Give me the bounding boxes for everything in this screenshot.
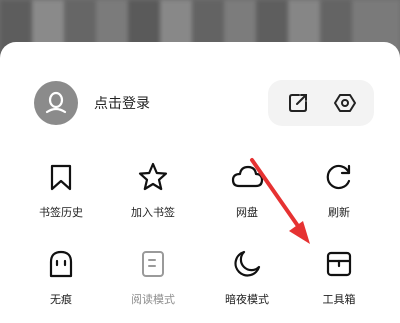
grid-item-add-bookmark[interactable]: 加入书签 bbox=[113, 160, 193, 230]
grid-label: 加入书签 bbox=[131, 206, 175, 219]
quick-actions bbox=[268, 80, 374, 126]
grid-label: 书签历史 bbox=[39, 206, 83, 219]
settings-button[interactable] bbox=[327, 85, 363, 121]
login-row[interactable]: 点击登录 bbox=[34, 80, 150, 126]
grid-item-dark-mode[interactable]: 暗夜模式 bbox=[207, 247, 287, 317]
grid-label: 网盘 bbox=[236, 206, 258, 219]
edit-icon bbox=[288, 94, 307, 112]
ghost-icon bbox=[49, 250, 73, 278]
grid-item-toolbox[interactable]: 工具箱 bbox=[299, 247, 379, 317]
cloud-icon bbox=[231, 165, 264, 188]
user-icon bbox=[45, 91, 67, 114]
edit-button[interactable] bbox=[280, 85, 316, 121]
grid-item-bookmark-history[interactable]: 书签历史 bbox=[21, 160, 101, 230]
reader-icon bbox=[142, 251, 164, 277]
grid-label: 暗夜模式 bbox=[225, 293, 269, 306]
grid-label: 无痕 bbox=[50, 293, 72, 306]
star-icon bbox=[138, 162, 168, 191]
gear-icon bbox=[333, 94, 356, 112]
grid-label: 阅读模式 bbox=[131, 293, 175, 306]
bookmark-icon bbox=[50, 164, 72, 191]
grid-item-reader-mode[interactable]: 阅读模式 bbox=[113, 247, 193, 317]
grid-item-refresh[interactable]: 刷新 bbox=[299, 160, 379, 230]
grid-item-incognito[interactable]: 无痕 bbox=[21, 247, 101, 317]
menu-sheet: 点击登录 书签历史 加入书签 网盘 刷新 无痕 阅读模式 暗夜模式 工具箱 bbox=[0, 42, 400, 323]
toolbox-icon bbox=[326, 251, 352, 277]
refresh-icon bbox=[326, 164, 351, 190]
avatar bbox=[34, 81, 78, 125]
grid-label: 工具箱 bbox=[322, 293, 356, 306]
grid-item-cloud-drive[interactable]: 网盘 bbox=[207, 160, 287, 230]
login-label: 点击登录 bbox=[94, 96, 150, 112]
moon-icon bbox=[234, 250, 261, 277]
grid-label: 刷新 bbox=[328, 206, 350, 219]
